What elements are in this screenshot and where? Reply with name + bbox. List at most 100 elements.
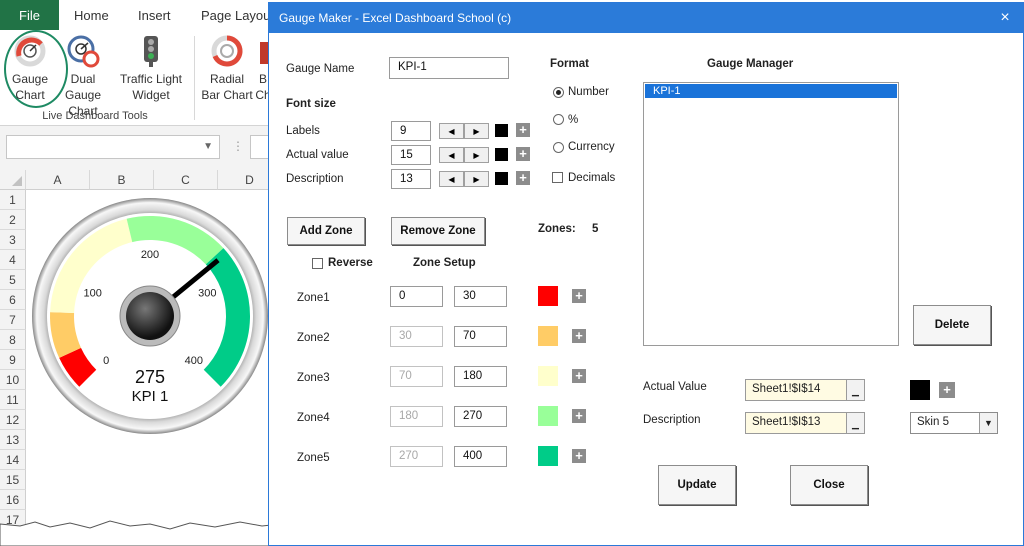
tab-file[interactable]: File <box>0 0 59 30</box>
zone-from-input[interactable]: 0 <box>390 286 443 307</box>
actual-value-ref-input[interactable]: Sheet1!$I$14 ▁ <box>745 379 865 401</box>
actual-value-color-swatch-2[interactable] <box>910 380 930 400</box>
spin-left-icon[interactable]: ◀ <box>439 171 464 187</box>
close-icon[interactable]: × <box>995 8 1015 28</box>
add-zone-button[interactable]: Add Zone <box>287 217 365 245</box>
zone-color-add-button[interactable]: + <box>572 289 586 303</box>
gauge-name-label: Gauge Name <box>286 63 355 75</box>
zone-from-input[interactable]: 70 <box>390 366 443 387</box>
row-header[interactable]: 16 <box>0 490 26 510</box>
zone-from-input[interactable]: 270 <box>390 446 443 467</box>
zone-color-add-button[interactable]: + <box>572 369 586 383</box>
row-header[interactable]: 8 <box>0 330 26 350</box>
ref-picker-icon[interactable]: ▁ <box>846 413 864 433</box>
row-header[interactable]: 13 <box>0 430 26 450</box>
name-box[interactable]: ▼ <box>6 135 220 159</box>
row-header[interactable]: 4 <box>0 250 26 270</box>
radial-bar-label-1: Radial <box>209 72 245 86</box>
radial-bar-button[interactable]: Radial Bar Chart <box>200 34 254 103</box>
dialog-title-bar[interactable]: Gauge Maker - Excel Dashboard School (c)… <box>269 3 1023 33</box>
font-size-heading: Font size <box>286 98 336 110</box>
chevron-down-icon[interactable]: ▼ <box>979 413 997 433</box>
format-currency-radio[interactable] <box>553 142 564 153</box>
row-header[interactable]: 7 <box>0 310 26 330</box>
labels-font-spinner[interactable]: ◀ ▶ <box>439 123 489 139</box>
zone-color-add-button[interactable]: + <box>572 409 586 423</box>
gauge-chart-label-2: Chart <box>15 88 45 102</box>
row-header[interactable]: 12 <box>0 410 26 430</box>
spin-left-icon[interactable]: ◀ <box>439 147 464 163</box>
ref-picker-icon[interactable]: ▁ <box>846 380 864 400</box>
description-color-swatch[interactable] <box>495 172 508 185</box>
gauge-label: KPI 1 <box>132 388 169 405</box>
zone-color-add-button[interactable]: + <box>572 449 586 463</box>
dual-gauge-icon <box>67 35 100 68</box>
row-header[interactable]: 6 <box>0 290 26 310</box>
row-header[interactable]: 1 <box>0 190 26 210</box>
zone-to-input[interactable]: 70 <box>454 326 507 347</box>
zone-color-swatch[interactable] <box>538 286 558 306</box>
actual-value-font-spinner[interactable]: ◀ ▶ <box>439 147 489 163</box>
gauge-manager-list[interactable]: KPI-1 <box>643 82 899 346</box>
zone-from-input[interactable]: 30 <box>390 326 443 347</box>
reverse-checkbox[interactable] <box>312 258 323 269</box>
description-color-add-button[interactable]: + <box>516 171 530 185</box>
gauge-chart[interactable]: 0 100 200 300 400 275 KPI 1 <box>30 196 270 436</box>
description-font-input[interactable]: 13 <box>391 169 431 189</box>
spin-right-icon[interactable]: ▶ <box>464 171 489 187</box>
actual-value-color-swatch[interactable] <box>495 148 508 161</box>
zone-color-swatch[interactable] <box>538 446 558 466</box>
description-ref-input[interactable]: Sheet1!$I$13 ▁ <box>745 412 865 434</box>
select-all-corner[interactable] <box>0 170 26 190</box>
actual-value-font-input[interactable]: 15 <box>391 145 431 165</box>
skin-select[interactable]: Skin 5 ▼ <box>910 412 998 434</box>
gauge-chart-button[interactable]: Gauge Chart <box>8 34 52 103</box>
actual-value-color-add-button[interactable]: + <box>516 147 530 161</box>
dual-gauge-button[interactable]: Dual Gauge Chart <box>52 34 114 119</box>
zone-color-swatch[interactable] <box>538 326 558 346</box>
delete-button[interactable]: Delete <box>913 305 991 345</box>
update-button[interactable]: Update <box>658 465 736 505</box>
spin-right-icon[interactable]: ▶ <box>464 123 489 139</box>
row-header[interactable]: 11 <box>0 390 26 410</box>
column-header[interactable]: B <box>90 170 154 190</box>
row-header[interactable]: 5 <box>0 270 26 290</box>
ribbon-separator <box>194 36 195 120</box>
spin-right-icon[interactable]: ▶ <box>464 147 489 163</box>
zone-to-input[interactable]: 30 <box>454 286 507 307</box>
zone-color-swatch[interactable] <box>538 366 558 386</box>
description-font-label: Description <box>286 173 344 185</box>
remove-zone-button[interactable]: Remove Zone <box>391 217 485 245</box>
tab-insert[interactable]: Insert <box>138 0 171 30</box>
decimals-checkbox[interactable] <box>552 172 563 183</box>
row-header[interactable]: 10 <box>0 370 26 390</box>
row-header[interactable]: 14 <box>0 450 26 470</box>
actual-value-color-add-button-2[interactable]: + <box>939 382 955 398</box>
zone-to-input[interactable]: 400 <box>454 446 507 467</box>
tab-home[interactable]: Home <box>74 0 109 30</box>
labels-font-input[interactable]: 9 <box>391 121 431 141</box>
row-header[interactable]: 9 <box>0 350 26 370</box>
zone-to-input[interactable]: 270 <box>454 406 507 427</box>
row-header[interactable]: 3 <box>0 230 26 250</box>
spin-left-icon[interactable]: ◀ <box>439 123 464 139</box>
zone-color-swatch[interactable] <box>538 406 558 426</box>
labels-color-add-button[interactable]: + <box>516 123 530 137</box>
tab-page-layout[interactable]: Page Layout <box>201 0 274 30</box>
gauge-name-input[interactable]: KPI-1 <box>389 57 509 79</box>
traffic-light-button[interactable]: Traffic Light Widget <box>116 34 186 103</box>
list-item[interactable]: KPI-1 <box>645 84 897 98</box>
zone-from-input[interactable]: 180 <box>390 406 443 427</box>
zone-color-add-button[interactable]: + <box>572 329 586 343</box>
format-percent-label: % <box>568 114 579 126</box>
format-number-radio[interactable] <box>553 87 564 98</box>
column-header[interactable]: C <box>154 170 218 190</box>
labels-color-swatch[interactable] <box>495 124 508 137</box>
format-percent-radio[interactable] <box>553 114 564 125</box>
close-button[interactable]: Close <box>790 465 868 505</box>
zone-to-input[interactable]: 180 <box>454 366 507 387</box>
row-header[interactable]: 2 <box>0 210 26 230</box>
row-header[interactable]: 15 <box>0 470 26 490</box>
column-header[interactable]: A <box>26 170 90 190</box>
description-font-spinner[interactable]: ◀ ▶ <box>439 171 489 187</box>
